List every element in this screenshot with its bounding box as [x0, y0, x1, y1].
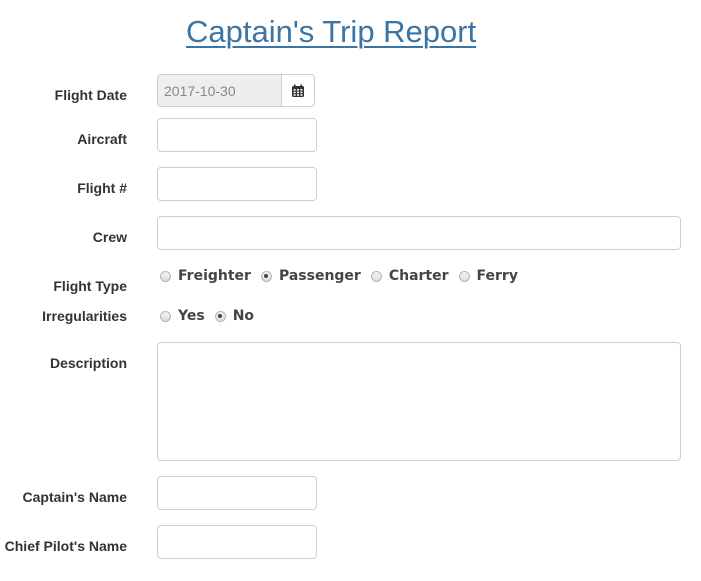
flight-type-option-freighter[interactable]: Freighter — [160, 268, 251, 284]
radio-yes[interactable] — [160, 310, 171, 322]
irregularities-radio-group: Yes No — [160, 308, 264, 324]
radio-label: Yes — [178, 308, 205, 324]
flight-type-label: Flight Type — [53, 278, 127, 294]
chief-pilots-name-label: Chief Pilot's Name — [4, 538, 127, 554]
irregularities-option-yes[interactable]: Yes — [160, 308, 205, 324]
flight-type-option-ferry[interactable]: Ferry — [458, 268, 518, 284]
description-label: Description — [49, 355, 127, 371]
flight-type-radio-group: Freighter Passenger Charter Ferry — [160, 268, 528, 284]
flight-date-input[interactable] — [157, 74, 281, 107]
radio-passenger[interactable] — [260, 270, 272, 282]
captains-name-label: Captain's Name — [22, 489, 127, 505]
radio-label: Passenger — [278, 268, 361, 284]
irregularities-label: Irregularities — [42, 308, 127, 324]
description-textarea[interactable] — [157, 342, 681, 461]
flight-date-label: Flight Date — [54, 87, 127, 103]
radio-charter[interactable] — [370, 270, 382, 282]
calendar-icon — [292, 84, 304, 97]
flight-date-group — [157, 74, 315, 107]
radio-label: Ferry — [476, 268, 518, 284]
crew-input[interactable] — [157, 216, 681, 250]
radio-no[interactable] — [214, 310, 226, 322]
page-title: Captain's Trip Report — [186, 14, 477, 49]
aircraft-label: Aircraft — [77, 131, 127, 147]
flight-type-option-charter[interactable]: Charter — [370, 268, 449, 284]
aircraft-input[interactable] — [157, 118, 317, 152]
chief-pilots-name-input[interactable] — [157, 525, 317, 559]
radio-freighter[interactable] — [160, 270, 171, 282]
calendar-button[interactable] — [281, 74, 315, 107]
captains-name-input[interactable] — [157, 476, 317, 510]
flight-type-option-passenger[interactable]: Passenger — [260, 268, 361, 284]
radio-label: No — [232, 308, 255, 324]
radio-ferry[interactable] — [458, 270, 470, 282]
flight-number-label: Flight # — [77, 180, 127, 196]
radio-label: Freighter — [178, 268, 251, 284]
crew-label: Crew — [92, 229, 127, 245]
irregularities-option-no[interactable]: No — [214, 308, 255, 324]
flight-number-input[interactable] — [157, 167, 317, 201]
radio-label: Charter — [388, 268, 449, 284]
